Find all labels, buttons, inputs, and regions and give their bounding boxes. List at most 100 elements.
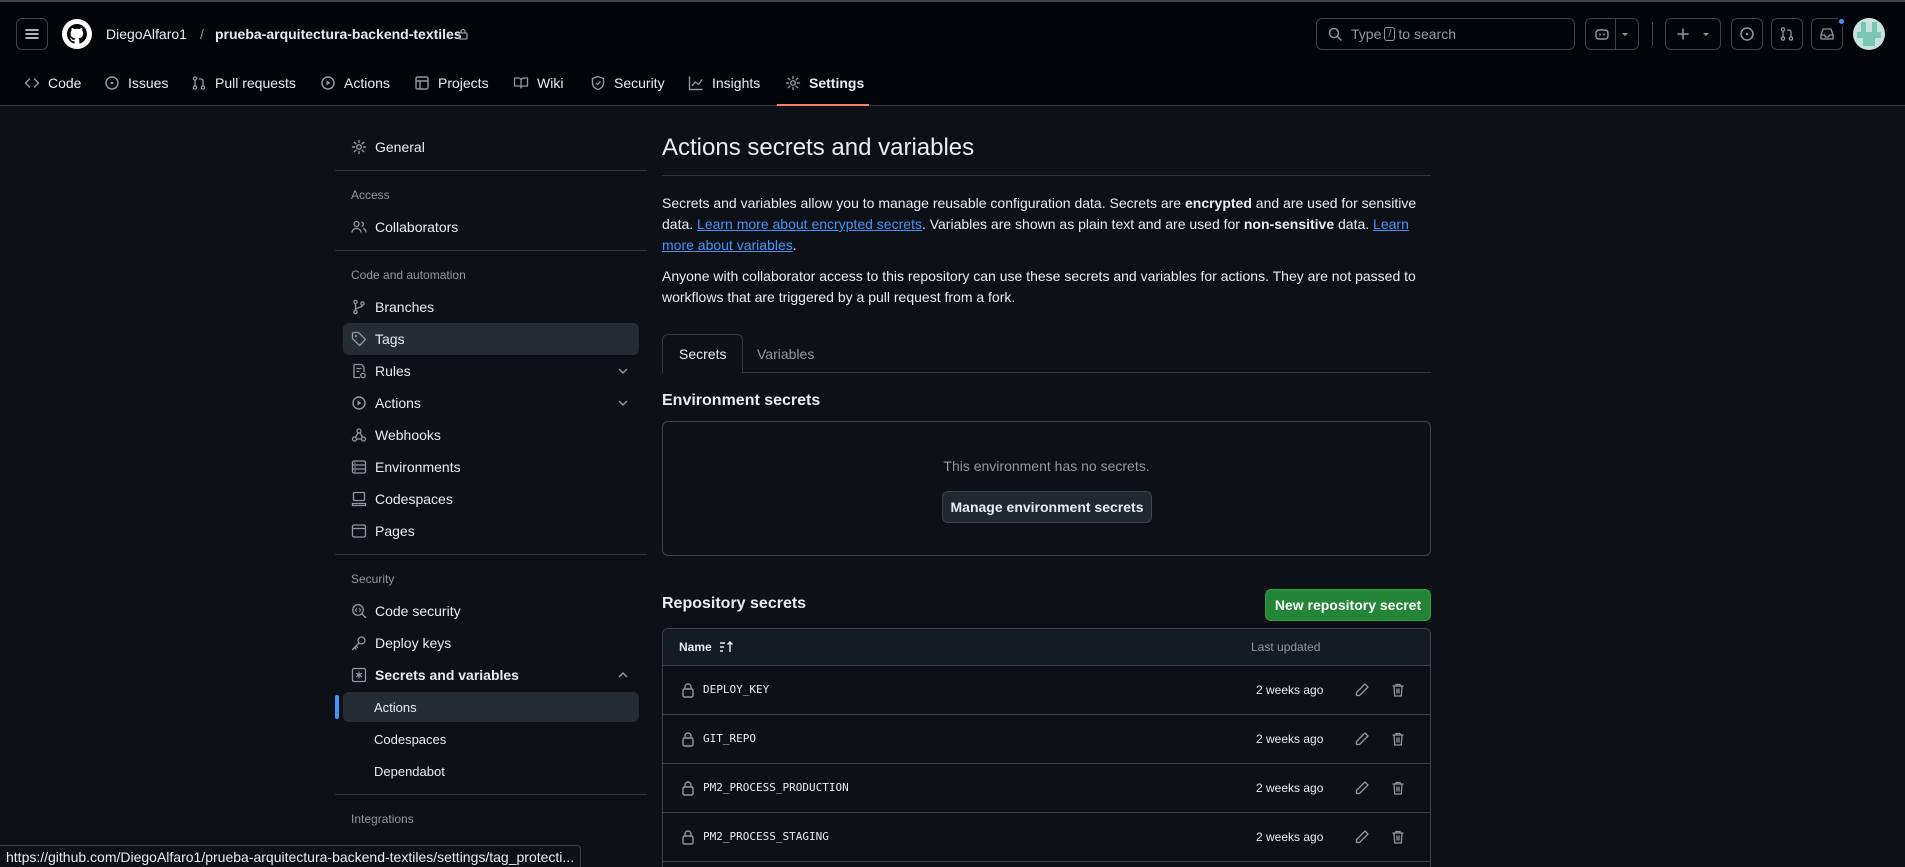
search-input[interactable]: Type / to search <box>1316 18 1575 50</box>
lock-icon <box>682 781 694 796</box>
sidebar-item-pages[interactable]: Pages <box>343 515 639 547</box>
sidebar-item-rules[interactable]: Rules <box>343 355 639 387</box>
issues-button[interactable] <box>1731 18 1763 50</box>
repo-rules-icon <box>353 363 366 379</box>
sidebar-divider <box>335 794 647 795</box>
issue-icon <box>105 76 119 90</box>
pull-request-icon <box>1780 27 1794 41</box>
sidebar-item-secrets-and-variables[interactable]: Secrets and variables <box>343 659 639 691</box>
trash-icon[interactable] <box>1390 780 1406 796</box>
sidebar-item-label: Deploy keys <box>375 635 452 651</box>
tab-security[interactable]: Security <box>582 68 673 98</box>
tab-secrets[interactable]: Secrets <box>662 334 744 374</box>
sidebar-item-tags[interactable]: Tags <box>343 323 639 355</box>
breadcrumb-owner[interactable]: DiegoAlfaro1 <box>106 24 187 44</box>
sidebar-item-deploy-keys[interactable]: Deploy keys <box>343 627 639 659</box>
sidebar-item-codespaces[interactable]: Codespaces <box>343 483 639 515</box>
tab-security-label: Security <box>614 75 665 91</box>
intro-text: . <box>792 237 797 253</box>
issue-icon <box>1740 27 1754 41</box>
manage-environment-secrets-button[interactable]: Manage environment secrets <box>942 491 1152 523</box>
trash-icon[interactable] <box>1390 731 1406 747</box>
sidebar-item-label: Secrets and variables <box>375 667 519 683</box>
codespaces-icon <box>351 491 367 507</box>
hamburger-icon <box>25 29 39 39</box>
secret-name: DEPLOY_KEY <box>703 683 770 696</box>
secret-name: PM2_PROCESS_PRODUCTION <box>703 781 849 794</box>
create-new-button[interactable] <box>1665 18 1721 50</box>
lock-icon <box>682 830 694 845</box>
secret-name: GIT_REPO <box>703 732 756 745</box>
sidebar-heading-integrations: Integrations <box>351 812 414 826</box>
sidebar-divider <box>335 170 647 171</box>
key-icon <box>351 636 366 651</box>
tab-pull-requests[interactable]: Pull requests <box>183 68 304 98</box>
pencil-icon[interactable] <box>1354 682 1370 698</box>
tag-icon <box>351 331 367 347</box>
sidebar-subitem-actions[interactable]: Actions <box>343 692 639 722</box>
link-preview-status: https://github.com/DiegoAlfaro1/prueba-a… <box>0 845 582 867</box>
branch-icon <box>353 299 365 315</box>
pull-requests-button[interactable] <box>1771 18 1803 50</box>
play-icon <box>321 76 335 90</box>
search-shortcut-key: / <box>1384 27 1396 41</box>
trash-icon[interactable] <box>1390 829 1406 845</box>
tab-actions[interactable]: Actions <box>312 68 398 98</box>
search-placeholder-suffix: to search <box>1398 26 1457 42</box>
pencil-icon[interactable] <box>1354 731 1370 747</box>
window-top-border <box>0 0 1905 2</box>
code-icon <box>24 78 40 88</box>
table-header: Name Last updated <box>663 629 1430 666</box>
secrets-variables-tabs: Secrets Variables <box>662 334 1431 374</box>
sidebar-subitem-dependabot[interactable]: Dependabot <box>343 756 639 786</box>
column-last-updated-header: Last updated <box>1251 640 1321 654</box>
breadcrumb-repo[interactable]: prueba-arquitectura-backend-textiles <box>215 24 462 44</box>
github-logo-icon[interactable] <box>61 18 93 50</box>
secret-name: PM2_PROCESS_STAGING <box>703 830 829 843</box>
sidebar-divider <box>335 250 647 251</box>
sidebar-item-environments[interactable]: Environments <box>343 451 639 483</box>
column-name-header[interactable]: Name <box>679 640 712 654</box>
tab-settings-label: Settings <box>809 75 865 91</box>
tab-code[interactable]: Code <box>16 68 89 98</box>
new-repository-secret-button[interactable]: New repository secret <box>1265 589 1431 621</box>
sort-ascending-icon[interactable] <box>719 640 735 654</box>
empty-environment-message: This environment has no secrets. <box>943 458 1150 474</box>
tab-issues[interactable]: Issues <box>96 68 176 98</box>
tab-issues-label: Issues <box>128 75 169 91</box>
secret-updated: 2 weeks ago <box>1256 830 1324 844</box>
tab-settings[interactable]: Settings <box>777 68 872 98</box>
trash-icon[interactable] <box>1390 682 1406 698</box>
sidebar-item-actions[interactable]: Actions <box>343 387 639 419</box>
pencil-icon[interactable] <box>1354 780 1370 796</box>
sidebar-item-webhooks[interactable]: Webhooks <box>343 419 639 451</box>
sidebar-item-label: Tags <box>375 331 405 347</box>
sidebar-subitem-codespaces[interactable]: Codespaces <box>343 724 639 754</box>
sidebar-item-general[interactable]: General <box>343 131 639 163</box>
encrypted-secrets-link[interactable]: Learn more about encrypted secrets <box>697 216 922 232</box>
sidebar-heading-code-automation: Code and automation <box>351 268 466 282</box>
hamburger-menu-button[interactable] <box>16 18 48 50</box>
table-icon <box>415 76 429 90</box>
tab-insights-label: Insights <box>712 75 761 91</box>
private-lock-icon <box>457 28 469 40</box>
pencil-icon[interactable] <box>1354 829 1370 845</box>
gear-icon <box>785 75 801 91</box>
sidebar-item-label: Codespaces <box>375 491 453 507</box>
avatar[interactable] <box>1853 18 1885 50</box>
tab-wiki[interactable]: Wiki <box>505 68 571 98</box>
sidebar-item-label: Webhooks <box>375 427 441 443</box>
chevron-down-icon <box>1622 33 1628 36</box>
tab-variables[interactable]: Variables <box>741 334 830 373</box>
tab-insights[interactable]: Insights <box>680 68 768 98</box>
tab-projects[interactable]: Projects <box>406 68 497 98</box>
sidebar-item-collaborators[interactable]: Collaborators <box>343 211 639 243</box>
sidebar-item-code-security[interactable]: Code security <box>343 595 639 627</box>
sidebar-subitem-label: Actions <box>374 699 417 715</box>
sidebar-item-label: Pages <box>375 523 415 539</box>
copilot-button[interactable] <box>1585 18 1639 50</box>
tab-variables-label: Variables <box>757 345 815 362</box>
chevron-down-icon <box>1703 33 1709 36</box>
inbox-icon <box>1820 28 1834 40</box>
sidebar-item-branches[interactable]: Branches <box>343 291 639 323</box>
